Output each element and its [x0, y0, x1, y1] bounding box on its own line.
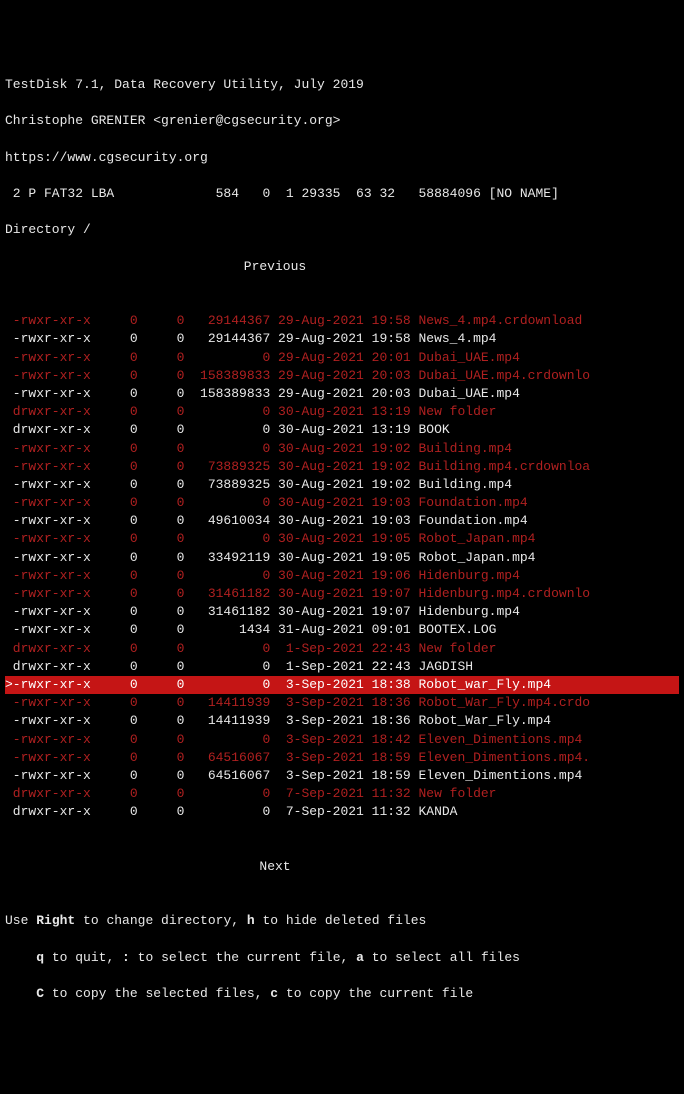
directory-path: Directory / — [5, 221, 679, 239]
list-item[interactable]: -rwxr-xr-x 0 0 64516067 3-Sep-2021 18:59… — [5, 749, 679, 767]
author-line: Christophe GRENIER <grenier@cgsecurity.o… — [5, 112, 679, 130]
list-item[interactable]: -rwxr-xr-x 0 0 1434 31-Aug-2021 09:01 BO… — [5, 621, 679, 639]
list-item[interactable]: -rwxr-xr-x 0 0 158389833 29-Aug-2021 20:… — [5, 367, 679, 385]
list-item[interactable]: >-rwxr-xr-x 0 0 0 3-Sep-2021 18:38 Robot… — [5, 676, 679, 694]
list-item[interactable]: drwxr-xr-x 0 0 0 30-Aug-2021 13:19 New f… — [5, 403, 679, 421]
help-line-1: Use Right to change directory, h to hide… — [5, 912, 679, 930]
list-item[interactable]: -rwxr-xr-x 0 0 14411939 3-Sep-2021 18:36… — [5, 712, 679, 730]
help-line-3: C to copy the selected files, c to copy … — [5, 985, 679, 1003]
app-title: TestDisk 7.1, Data Recovery Utility, Jul… — [5, 76, 679, 94]
list-item[interactable]: -rwxr-xr-x 0 0 64516067 3-Sep-2021 18:59… — [5, 767, 679, 785]
help-line-2: q to quit, : to select the current file,… — [5, 949, 679, 967]
list-item[interactable]: drwxr-xr-x 0 0 0 1-Sep-2021 22:43 New fo… — [5, 640, 679, 658]
list-item[interactable]: -rwxr-xr-x 0 0 73889325 30-Aug-2021 19:0… — [5, 458, 679, 476]
list-item[interactable]: -rwxr-xr-x 0 0 0 30-Aug-2021 19:06 Hiden… — [5, 567, 679, 585]
list-item[interactable]: -rwxr-xr-x 0 0 158389833 29-Aug-2021 20:… — [5, 385, 679, 403]
list-item[interactable]: drwxr-xr-x 0 0 0 30-Aug-2021 13:19 BOOK — [5, 421, 679, 439]
list-item[interactable]: -rwxr-xr-x 0 0 31461182 30-Aug-2021 19:0… — [5, 585, 679, 603]
list-item[interactable]: -rwxr-xr-x 0 0 0 3-Sep-2021 18:42 Eleven… — [5, 731, 679, 749]
file-listing: -rwxr-xr-x 0 0 29144367 29-Aug-2021 19:5… — [5, 312, 679, 821]
list-item[interactable]: drwxr-xr-x 0 0 0 1-Sep-2021 22:43 JAGDIS… — [5, 658, 679, 676]
list-item[interactable]: -rwxr-xr-x 0 0 29144367 29-Aug-2021 19:5… — [5, 330, 679, 348]
list-item[interactable]: -rwxr-xr-x 0 0 0 30-Aug-2021 19:03 Found… — [5, 494, 679, 512]
list-item[interactable]: -rwxr-xr-x 0 0 0 29-Aug-2021 20:01 Dubai… — [5, 349, 679, 367]
list-item[interactable]: -rwxr-xr-x 0 0 49610034 30-Aug-2021 19:0… — [5, 512, 679, 530]
list-item[interactable]: -rwxr-xr-x 0 0 14411939 3-Sep-2021 18:36… — [5, 694, 679, 712]
partition-info: 2 P FAT32 LBA 584 0 1 29335 63 32 588840… — [5, 185, 679, 203]
url-line: https://www.cgsecurity.org — [5, 149, 679, 167]
nav-previous[interactable]: Previous — [5, 258, 679, 276]
list-item[interactable]: drwxr-xr-x 0 0 0 7-Sep-2021 11:32 KANDA — [5, 803, 679, 821]
nav-next[interactable]: Next — [5, 858, 679, 876]
list-item[interactable]: -rwxr-xr-x 0 0 0 30-Aug-2021 19:02 Build… — [5, 440, 679, 458]
list-item[interactable]: -rwxr-xr-x 0 0 73889325 30-Aug-2021 19:0… — [5, 476, 679, 494]
list-item[interactable]: -rwxr-xr-x 0 0 31461182 30-Aug-2021 19:0… — [5, 603, 679, 621]
list-item[interactable]: -rwxr-xr-x 0 0 29144367 29-Aug-2021 19:5… — [5, 312, 679, 330]
list-item[interactable]: -rwxr-xr-x 0 0 33492119 30-Aug-2021 19:0… — [5, 549, 679, 567]
list-item[interactable]: -rwxr-xr-x 0 0 0 30-Aug-2021 19:05 Robot… — [5, 530, 679, 548]
list-item[interactable]: drwxr-xr-x 0 0 0 7-Sep-2021 11:32 New fo… — [5, 785, 679, 803]
